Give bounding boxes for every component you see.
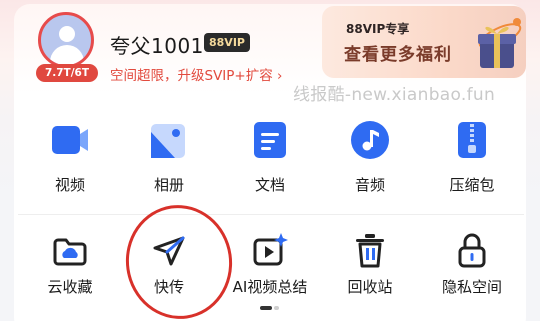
tile-label: 回收站 <box>347 278 393 296</box>
tile-label: 压缩包 <box>449 176 495 194</box>
tile-label: 文档 <box>254 176 285 194</box>
tile-private-space[interactable]: 隐私空间 <box>420 230 524 320</box>
tile-video[interactable]: 视频 <box>18 120 122 210</box>
username: 夸父1001 <box>110 34 204 58</box>
cloud-collection-icon <box>53 238 87 266</box>
tile-label: 音频 <box>354 176 385 194</box>
promo-subtitle: 查看更多福利 <box>344 45 452 65</box>
video-icon <box>52 126 88 154</box>
storage-quota-badge: 7.7T/6T <box>36 64 98 82</box>
section-divider <box>18 214 524 215</box>
trash-icon <box>356 234 384 268</box>
tile-label: 相册 <box>153 176 184 194</box>
vip-promo-banner[interactable]: 88VIP专享 查看更多福利 <box>322 6 526 78</box>
photo-album-icon <box>151 124 185 158</box>
promo-title: 88VIP专享 <box>346 22 410 36</box>
avatar-icon <box>38 12 94 68</box>
gift-box-icon <box>478 18 522 68</box>
page-indicator <box>260 306 280 310</box>
zip-archive-icon <box>458 122 486 158</box>
document-icon <box>254 122 286 158</box>
upgrade-storage-link[interactable]: 空间超限，升级SVIP+扩容 › <box>110 64 282 84</box>
tile-zip-archive[interactable]: 压缩包 <box>420 120 524 210</box>
tile-audio[interactable]: 音频 <box>318 120 422 210</box>
music-note-icon <box>351 121 389 159</box>
tile-label: 云收藏 <box>47 278 93 296</box>
tile-cloud-collection[interactable]: 云收藏 <box>18 230 122 320</box>
tile-label: 隐私空间 <box>441 278 502 296</box>
ai-video-summary-icon <box>253 233 288 266</box>
vip-badge: 88VIP <box>204 33 250 52</box>
tile-recycle-bin[interactable]: 回收站 <box>318 230 422 320</box>
tile-label: 视频 <box>54 176 85 194</box>
tile-photo-album[interactable]: 相册 <box>117 120 221 210</box>
lock-icon <box>458 233 486 268</box>
tile-document[interactable]: 文档 <box>218 120 322 210</box>
watermark: 线报酷-new.xianbao.fun <box>293 85 496 105</box>
user-avatar[interactable]: 7.7T/6T <box>36 10 98 82</box>
tile-label: AI视频总结 <box>232 278 308 296</box>
